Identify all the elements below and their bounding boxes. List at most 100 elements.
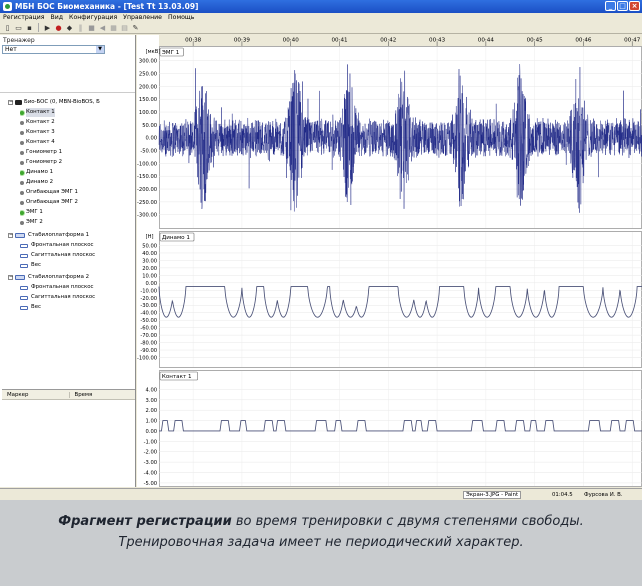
trainer-label: Тренажер bbox=[3, 37, 35, 44]
time-tick-label: 00:41 bbox=[331, 38, 348, 44]
time-tick-label: 00:45 bbox=[527, 38, 544, 44]
y-tick-label: 10.00 bbox=[142, 273, 157, 279]
tree-item-label: Огибающая ЭМГ 2 bbox=[26, 199, 78, 205]
new-file-icon[interactable]: ▯ bbox=[3, 23, 12, 32]
tree-item[interactable]: − Био-БОС (0, MBN-BioBOS, Б bbox=[8, 98, 100, 107]
application-window: МБН БОС Биомеханика - [Test Tt 13.03.09]… bbox=[0, 0, 642, 500]
chevron-down-icon[interactable]: ▼ bbox=[96, 46, 104, 53]
y-tick-label: -250.00 bbox=[137, 200, 157, 206]
channel-status-icon bbox=[20, 220, 24, 225]
chart-frame bbox=[159, 370, 642, 487]
tree-item[interactable]: Сагиттальная плоскос bbox=[20, 251, 95, 260]
stop-icon[interactable]: ■ bbox=[87, 23, 96, 32]
tree-item[interactable]: Фронтальная плоскос bbox=[20, 241, 94, 250]
y-tick-label: -5.00 bbox=[144, 481, 157, 487]
tree-item[interactable]: − Стабилоплатформа 1 bbox=[8, 231, 89, 240]
tree-item-label: Динамо 2 bbox=[26, 179, 54, 185]
open-folder-icon[interactable]: ▭ bbox=[14, 23, 23, 32]
maximize-button[interactable]: □ bbox=[617, 1, 628, 11]
minimize-button[interactable]: _ bbox=[605, 1, 616, 11]
time-tick-label: 00:46 bbox=[575, 38, 592, 44]
tree-item[interactable]: Вес bbox=[20, 303, 41, 312]
menu-configuration[interactable]: Конфигурация bbox=[69, 14, 117, 21]
y-tick-label: 50.00 bbox=[142, 123, 157, 129]
window-title: МБН БОС Биомеханика - [Test Tt 13.03.09] bbox=[15, 2, 199, 11]
close-button[interactable]: × bbox=[629, 1, 640, 11]
sensor-icon bbox=[20, 243, 28, 248]
tree-item-label: Контакт 1 bbox=[26, 108, 55, 117]
tree-item[interactable]: ЭМГ 1 bbox=[20, 208, 43, 217]
column-time[interactable]: Время bbox=[68, 391, 136, 398]
y-tick-label: 2.00 bbox=[146, 408, 158, 414]
tree-collapse-icon[interactable]: − bbox=[8, 275, 13, 280]
record-icon[interactable]: ● bbox=[54, 23, 63, 32]
y-tick-label: -10.00 bbox=[140, 288, 157, 294]
tree-item[interactable]: Контакт 4 bbox=[20, 138, 55, 147]
tree-item[interactable]: Гониометр 1 bbox=[20, 148, 62, 157]
marker-icon[interactable]: ◆ bbox=[65, 23, 74, 32]
marker-table-header: Маркер Время bbox=[2, 389, 135, 400]
time-tick-label: 00:42 bbox=[380, 38, 396, 44]
tree-item[interactable]: Гониометр 2 bbox=[20, 158, 62, 167]
tree-collapse-icon[interactable]: − bbox=[8, 233, 13, 238]
grid-icon[interactable]: ▦ bbox=[109, 23, 118, 32]
y-tick-label: 1.00 bbox=[146, 419, 158, 425]
channel-status-icon bbox=[20, 160, 24, 165]
y-tick-label: -100.00 bbox=[137, 161, 157, 167]
y-tick-label: -80.00 bbox=[140, 341, 157, 347]
caption-line2: Тренировочная задача имеет не периодичес… bbox=[118, 535, 524, 550]
menu-help[interactable]: Помощь bbox=[168, 14, 194, 21]
tree-item[interactable]: Динамо 2 bbox=[20, 178, 53, 187]
tree-item[interactable]: Динамо 1 bbox=[20, 168, 53, 177]
column-marker[interactable]: Маркер bbox=[2, 392, 69, 398]
tree-item-label: Био-БОС (0, MBN-BioBOS, Б bbox=[24, 99, 100, 105]
y-tick-label: -100.00 bbox=[137, 356, 157, 362]
channel-status-icon bbox=[20, 180, 24, 185]
platform-icon bbox=[15, 233, 25, 238]
y-tick-label: -40.00 bbox=[140, 311, 157, 317]
menu-view[interactable]: Вид bbox=[51, 14, 64, 21]
channel-status-icon bbox=[20, 190, 24, 195]
tree-item[interactable]: Огибающая ЭМГ 2 bbox=[20, 198, 78, 207]
tree-item[interactable]: Огибающая ЭМГ 1 bbox=[20, 188, 78, 197]
tree-item[interactable]: Контакт 1 bbox=[20, 108, 55, 117]
tree-collapse-icon[interactable]: − bbox=[8, 100, 13, 105]
tree-item[interactable]: Вес bbox=[20, 261, 41, 270]
menu-control[interactable]: Управление bbox=[123, 14, 162, 21]
tree-item[interactable]: Контакт 2 bbox=[20, 118, 55, 127]
sensor-icon bbox=[20, 305, 28, 310]
window-controls: _ □ × bbox=[605, 1, 640, 11]
trainer-select[interactable]: Нет ▼ bbox=[2, 45, 105, 54]
y-tick-label: 300.00 bbox=[139, 59, 157, 65]
y-tick-label: -50.00 bbox=[140, 318, 157, 324]
channel-status-icon bbox=[20, 210, 24, 215]
tree-item-label: Гониометр 2 bbox=[26, 159, 62, 165]
contact-chart: 4.00 3.00 2.00 1.00 0.00 -1.00 -2.00 -3.00 -4.00… bbox=[144, 370, 642, 487]
tree-item-label: Фронтальная плоскос bbox=[31, 284, 94, 290]
play-icon[interactable]: ▶ bbox=[43, 23, 52, 32]
caption-bold: Фрагмент регистрации bbox=[58, 514, 232, 529]
chart-icon[interactable]: ▤ bbox=[120, 23, 129, 32]
y-tick-label: -30.00 bbox=[140, 303, 157, 309]
save-icon[interactable]: ▪ bbox=[25, 23, 34, 32]
wrench-icon[interactable]: ✎ bbox=[131, 23, 140, 32]
tree-item[interactable]: Контакт 3 bbox=[20, 128, 55, 137]
tree-item[interactable]: Фронтальная плоскос bbox=[20, 283, 94, 292]
channel-title: Динамо 1 bbox=[162, 235, 191, 241]
status-bar: Экран-3.JPG - Paint 01:04.5 Фурсова И. В… bbox=[0, 488, 642, 500]
sensor-icon bbox=[20, 295, 28, 300]
menu-registration[interactable]: Регистрация bbox=[3, 14, 45, 21]
charts-svg: 00:38 00:39 00:40 00:41 00:42 00:43 00:44 00:45… bbox=[137, 35, 642, 487]
status-taskbar-item[interactable]: Экран-3.JPG - Paint bbox=[463, 491, 522, 499]
channel-status-icon bbox=[20, 150, 24, 155]
pause-icon[interactable]: ‖ bbox=[76, 23, 85, 32]
tree-item[interactable]: ЭМГ 2 bbox=[20, 218, 43, 227]
tree-item-label: Контакт 4 bbox=[26, 139, 55, 145]
y-tick-label: 100.00 bbox=[139, 110, 157, 116]
tree-item-label: Динамо 1 bbox=[26, 169, 54, 175]
rewind-icon[interactable]: ◀ bbox=[98, 23, 107, 32]
time-axis-bar bbox=[159, 35, 642, 46]
tree-item[interactable]: − Стабилоплатформа 2 bbox=[8, 273, 89, 282]
title-bar[interactable]: МБН БОС Биомеханика - [Test Tt 13.03.09]… bbox=[0, 0, 642, 13]
tree-item[interactable]: Сагиттальная плоскос bbox=[20, 293, 95, 302]
